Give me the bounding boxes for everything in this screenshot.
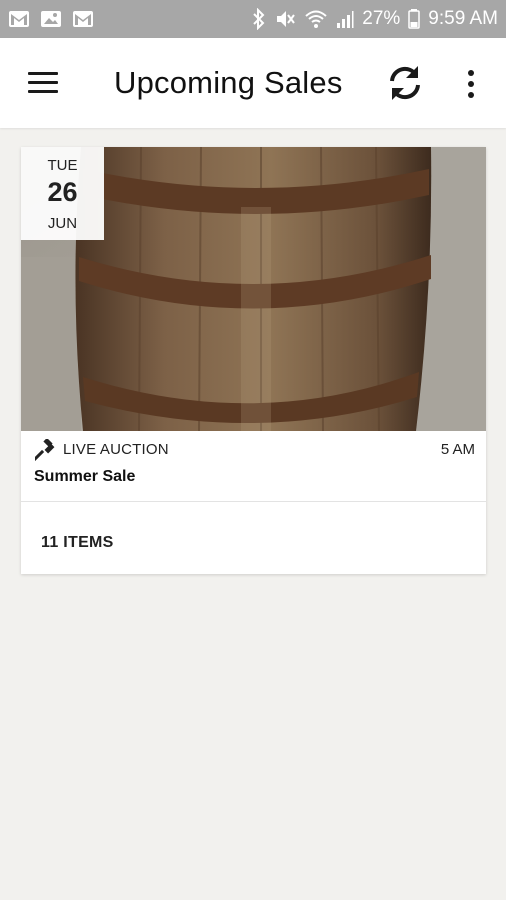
sale-type: LIVE AUCTION (63, 441, 169, 458)
hamburger-menu-icon[interactable] (26, 66, 60, 100)
items-count-button[interactable]: 11 ITEMS (41, 534, 114, 552)
notification-icons (8, 10, 94, 28)
battery-icon (408, 9, 421, 29)
battery-percent: 27% (362, 8, 401, 29)
sale-image[interactable]: TUE 26 JUN (21, 147, 486, 431)
sale-type-row: LIVE AUCTION 5 AM (35, 439, 475, 461)
sale-name[interactable]: Summer Sale (34, 468, 135, 486)
sale-time: 5 AM (440, 441, 475, 458)
image-icon (41, 11, 61, 27)
sale-day: 26 (47, 177, 78, 207)
refresh-icon[interactable] (384, 62, 426, 104)
gavel-icon (35, 439, 55, 461)
divider (21, 501, 486, 502)
page-title: Upcoming Sales (114, 65, 343, 100)
clock: 9:59 AM (428, 8, 498, 29)
sale-card[interactable]: TUE 26 JUN LIVE AUCTION 5 AM Summer Sale… (21, 147, 486, 574)
mute-icon (277, 11, 296, 27)
app-bar: Upcoming Sales (0, 38, 506, 128)
sale-date-badge: TUE 26 JUN (21, 147, 104, 240)
more-vert-icon[interactable] (458, 64, 484, 104)
gmail-icon (73, 11, 93, 27)
wifi-icon (305, 10, 327, 28)
system-status: 27% 9:59 AM (252, 8, 498, 30)
sale-day-of-week: TUE (47, 157, 78, 174)
gmail-icon (9, 11, 29, 27)
status-bar: 27% 9:59 AM (0, 0, 506, 38)
signal-icon (337, 11, 354, 28)
bluetooth-icon (253, 8, 265, 30)
sale-month: JUN (47, 215, 78, 232)
